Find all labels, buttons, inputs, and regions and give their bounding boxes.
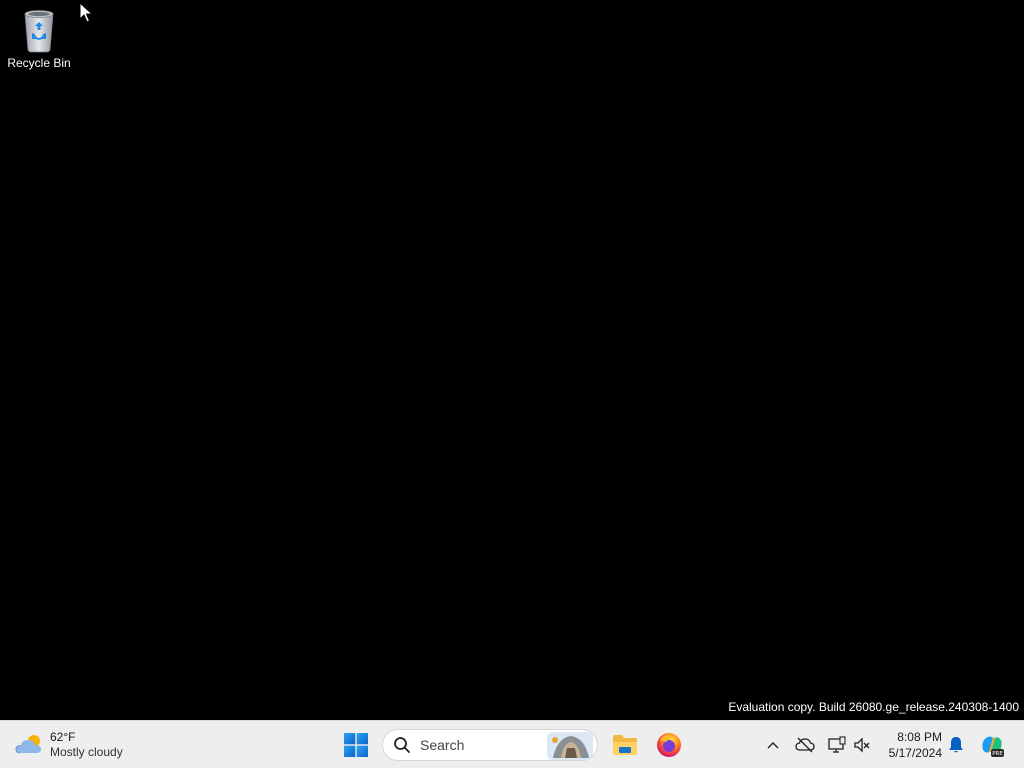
tray-network[interactable] [825, 731, 849, 759]
notification-center-button[interactable] [945, 731, 967, 759]
recycle-bin-icon [24, 10, 54, 53]
onedrive-off-icon [795, 737, 815, 753]
taskbar-app-firefox[interactable] [651, 727, 687, 763]
network-icon [828, 736, 846, 753]
clock-date: 5/17/2024 [888, 746, 942, 760]
desktop-icon-label: Recycle Bin [7, 56, 71, 70]
start-button[interactable] [338, 727, 374, 763]
weather-temperature: 62°F [50, 730, 76, 744]
tray-volume[interactable] [851, 731, 873, 759]
show-hidden-icons-button[interactable] [762, 731, 784, 759]
chevron-up-icon [767, 742, 779, 749]
folder-icon [613, 735, 637, 755]
taskbar-search-box[interactable]: Search [382, 729, 598, 761]
evaluation-watermark: Evaluation copy. Build 26080.ge_release.… [728, 700, 1019, 714]
desktop-icon-recycle-bin[interactable]: Recycle Bin [4, 6, 74, 78]
cloud-sun-icon [15, 735, 41, 754]
desktop[interactable]: Recycle Bin Evaluation copy. Build 26080… [0, 0, 1024, 720]
firefox-icon [657, 733, 681, 757]
copilot-button[interactable]: PRE [977, 731, 1007, 759]
volume-muted-icon [854, 737, 870, 753]
taskbar: 62°F Mostly cloudy Search 8:08 PM 5/17/2… [0, 720, 1024, 768]
weather-condition: Mostly cloudy [50, 745, 123, 759]
weather-widget[interactable]: 62°F Mostly cloudy [14, 727, 123, 763]
clock-time: 8:08 PM [897, 730, 942, 744]
windows-logo-icon [344, 733, 368, 757]
search-highlight-icon [547, 732, 593, 760]
svg-text:PRE: PRE [992, 751, 1003, 757]
tray-onedrive[interactable] [793, 731, 817, 759]
mouse-cursor-icon [79, 2, 93, 23]
taskbar-clock[interactable]: 8:08 PM 5/17/2024 [878, 729, 942, 761]
bell-icon [949, 737, 963, 753]
copilot-icon: PRE [982, 736, 1004, 757]
search-placeholder: Search [420, 737, 465, 753]
taskbar-app-file-explorer[interactable] [607, 727, 643, 763]
search-icon [394, 737, 410, 753]
